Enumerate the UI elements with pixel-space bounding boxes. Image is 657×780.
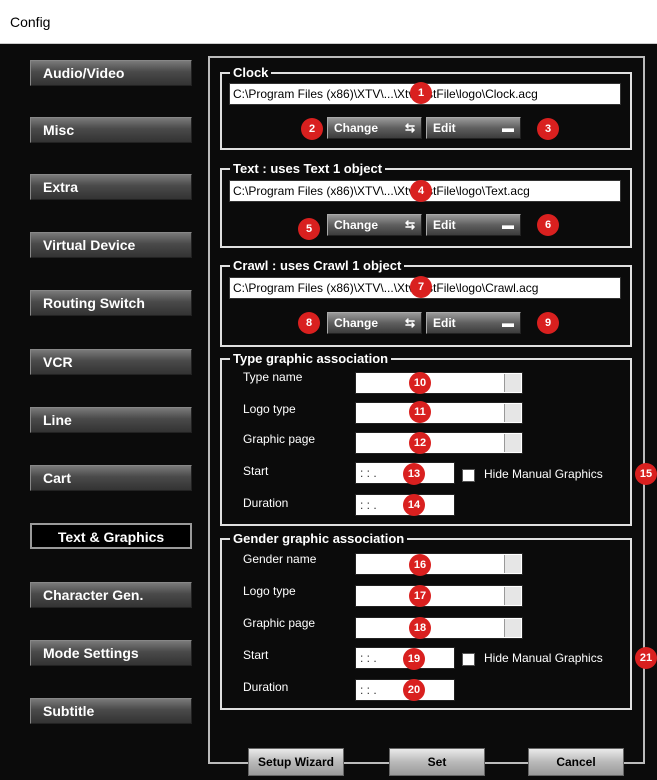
text-change-label: Change (334, 218, 379, 232)
gender-assoc-title: Gender graphic association (230, 531, 408, 547)
type-graphic-page-select[interactable] (355, 432, 523, 454)
annotation-badge: 12 (409, 432, 431, 454)
nav-virtual-device[interactable]: Virtual Device (30, 232, 192, 258)
nav-line[interactable]: Line (30, 407, 192, 433)
type-hide-manual-label: Hide Manual Graphics (484, 467, 603, 481)
gender-name-select[interactable] (355, 553, 523, 575)
type-name-label: Type name (243, 370, 303, 384)
gender-start-label: Start (243, 648, 269, 662)
chevron-down-icon[interactable] (504, 555, 521, 573)
chevron-down-icon[interactable] (504, 404, 521, 422)
annotation-badge: 18 (409, 617, 431, 639)
gender-name-label: Gender name (243, 552, 317, 566)
type-logo-type-label: Logo type (243, 402, 296, 416)
swap-arrows-icon: ⇆ (404, 218, 415, 232)
crawl-group-title: Crawl : uses Crawl 1 object (230, 258, 405, 274)
crawl-change-button[interactable]: Change ⇆ (327, 312, 422, 334)
annotation-badge: 8 (298, 312, 320, 334)
crawl-change-label: Change (334, 316, 379, 330)
cancel-button[interactable]: Cancel (528, 748, 624, 776)
type-assoc-title: Type graphic association (230, 351, 392, 367)
gender-logo-type-label: Logo type (243, 584, 296, 598)
swap-arrows-icon: ⇆ (404, 316, 415, 330)
annotation-badge: 6 (537, 214, 559, 236)
setup-wizard-button[interactable]: Setup Wizard (248, 748, 344, 776)
gender-graphic-page-select[interactable] (355, 617, 523, 639)
nav-text-graphics[interactable]: Text & Graphics (30, 523, 192, 549)
nav-mode-settings[interactable]: Mode Settings (30, 640, 192, 666)
annotation-badge: 13 (403, 463, 425, 485)
annotation-badge: 21 (635, 647, 657, 669)
nav-vcr[interactable]: VCR (30, 349, 192, 375)
type-duration-label: Duration (243, 496, 289, 510)
nav-cart[interactable]: Cart (30, 465, 192, 491)
type-logo-type-select[interactable] (355, 402, 523, 424)
type-hide-manual-checkbox[interactable] (462, 469, 475, 482)
text-group-title: Text : uses Text 1 object (230, 161, 386, 177)
chevron-down-icon[interactable] (504, 374, 521, 392)
window-title: Config (10, 14, 51, 30)
gender-duration-label: Duration (243, 680, 289, 694)
clock-change-button[interactable]: Change ⇆ (327, 117, 422, 139)
clock-group-title: Clock (230, 65, 272, 81)
annotation-badge: 3 (537, 118, 559, 140)
chevron-down-icon[interactable] (504, 619, 521, 637)
nav-misc[interactable]: Misc (30, 117, 192, 143)
type-name-select[interactable] (355, 372, 523, 394)
clock-edit-label: Edit (433, 121, 456, 135)
annotation-badge: 14 (403, 494, 425, 516)
annotation-badge: 16 (409, 554, 431, 576)
nav-subtitle[interactable]: Subtitle (30, 698, 192, 724)
gender-hide-manual-label: Hide Manual Graphics (484, 651, 603, 665)
nav-character-gen[interactable]: Character Gen. (30, 582, 192, 608)
edit-box-icon: ▬ (502, 218, 514, 232)
type-graphic-page-label: Graphic page (243, 432, 316, 446)
annotation-badge: 4 (410, 180, 432, 202)
swap-arrows-icon: ⇆ (404, 121, 415, 135)
annotation-badge: 17 (409, 585, 431, 607)
edit-box-icon: ▬ (502, 316, 514, 330)
annotation-badge: 5 (298, 218, 320, 240)
annotation-badge: 10 (409, 372, 431, 394)
title-bar: Config (0, 0, 657, 44)
chevron-down-icon[interactable] (504, 434, 521, 452)
crawl-edit-label: Edit (433, 316, 456, 330)
nav-audio-video[interactable]: Audio/Video (30, 60, 192, 86)
annotation-badge: 11 (409, 401, 431, 423)
text-edit-button[interactable]: Edit ▬ (426, 214, 521, 236)
nav-routing-switch[interactable]: Routing Switch (30, 290, 192, 316)
gender-graphic-page-label: Graphic page (243, 616, 316, 630)
annotation-badge: 15 (635, 463, 657, 485)
annotation-badge: 19 (403, 648, 425, 670)
chevron-down-icon[interactable] (504, 587, 521, 605)
gender-hide-manual-checkbox[interactable] (462, 653, 475, 666)
set-button[interactable]: Set (389, 748, 485, 776)
edit-box-icon: ▬ (502, 121, 514, 135)
clock-change-label: Change (334, 121, 379, 135)
annotation-badge: 9 (537, 312, 559, 334)
type-start-label: Start (243, 464, 269, 478)
annotation-badge: 2 (301, 118, 323, 140)
text-change-button[interactable]: Change ⇆ (327, 214, 422, 236)
annotation-badge: 20 (403, 679, 425, 701)
annotation-badge: 1 (410, 82, 432, 104)
clock-edit-button[interactable]: Edit ▬ (426, 117, 521, 139)
text-edit-label: Edit (433, 218, 456, 232)
gender-logo-type-select[interactable] (355, 585, 523, 607)
annotation-badge: 7 (410, 276, 432, 298)
crawl-edit-button[interactable]: Edit ▬ (426, 312, 521, 334)
nav-extra[interactable]: Extra (30, 174, 192, 200)
